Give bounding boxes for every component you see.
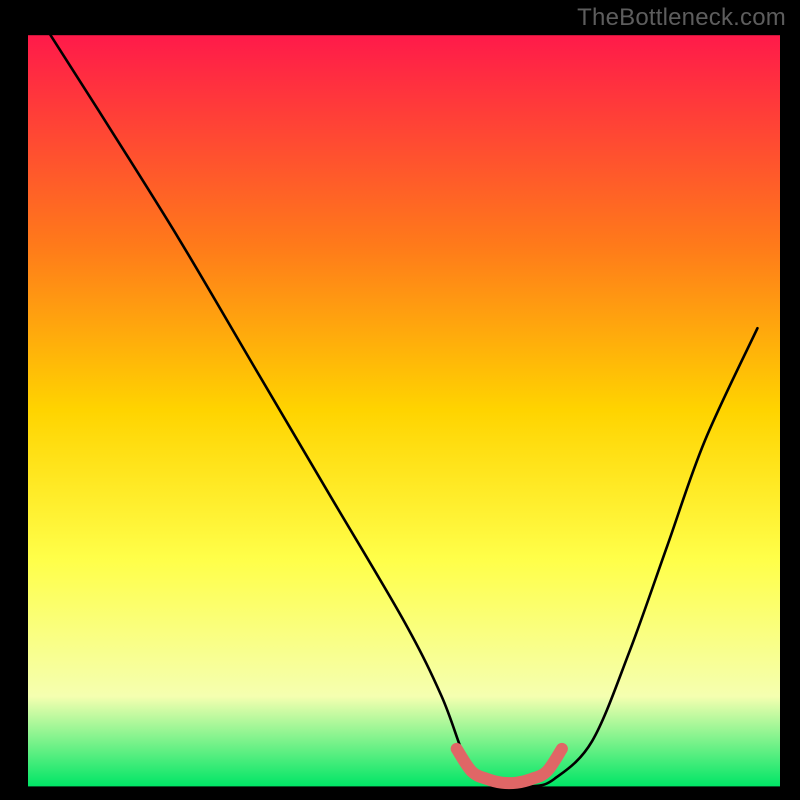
chart-frame: TheBottleneck.com xyxy=(0,0,800,800)
plot-background xyxy=(28,35,780,786)
bottleneck-chart xyxy=(0,0,800,800)
watermark-text: TheBottleneck.com xyxy=(577,4,786,32)
